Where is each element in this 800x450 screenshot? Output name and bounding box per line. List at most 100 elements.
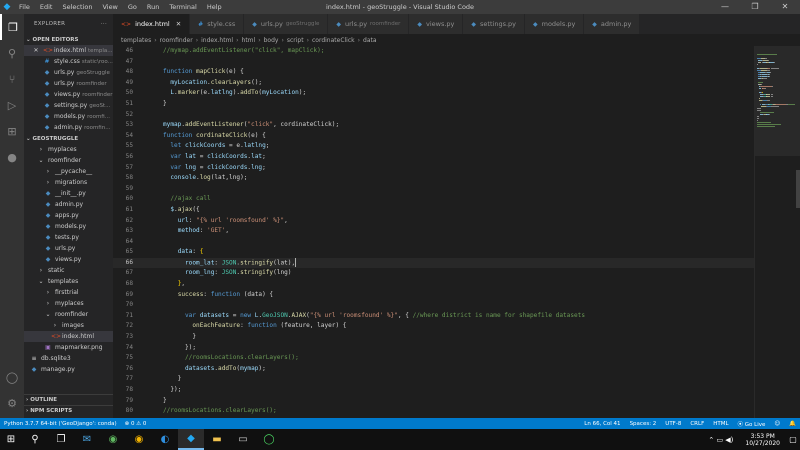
close-icon[interactable]: ✕ [176, 20, 181, 28]
settings-gear-icon[interactable]: ⚙ [0, 392, 24, 414]
maximize-icon[interactable]: ❐ [740, 0, 770, 14]
tab-admin-py[interactable]: ◆ admin.py [584, 14, 641, 34]
breadcrumb-item[interactable]: cordinateClick [312, 37, 355, 44]
tray-icons[interactable]: ⌃ ▭ ◀) [708, 436, 733, 444]
file-explorer-icon[interactable]: ▬ [204, 429, 230, 450]
folder-firsttrial[interactable]: › firsttrial [24, 287, 113, 298]
menu-item-edit[interactable]: Edit [35, 0, 58, 14]
status-item[interactable]: ☺ [774, 421, 780, 427]
folder-myplaces[interactable]: › myplaces [24, 144, 113, 155]
tab-views-py[interactable]: ◆ views.py [409, 14, 464, 34]
status-item[interactable]: ⦿ Go Live [738, 420, 766, 428]
remote-icon[interactable]: ● [0, 144, 24, 170]
tab-models-py[interactable]: ◆ models.py [525, 14, 585, 34]
tab-settings-py[interactable]: ◆ settings.py [463, 14, 525, 34]
file-views-py[interactable]: ◆ views.py [24, 254, 113, 265]
editor-scrollbar[interactable] [796, 170, 800, 208]
tab-style-css[interactable]: # style.css [190, 14, 245, 34]
file-apps-py[interactable]: ◆ apps.py [24, 210, 113, 221]
status-item[interactable]: UTF-8 [665, 421, 681, 427]
menu-item-selection[interactable]: Selection [57, 0, 97, 14]
menu-item-go[interactable]: Go [123, 0, 142, 14]
status-item[interactable]: CRLF [690, 421, 704, 427]
breadcrumb-item[interactable]: script [287, 37, 304, 44]
folder-migrations[interactable]: › migrations [24, 177, 113, 188]
open-editor-item[interactable]: ✕ <> index.html templa... [24, 45, 113, 56]
folder-static[interactable]: › static [24, 265, 113, 276]
terminal-icon[interactable]: ▭ [230, 429, 256, 450]
edge-icon[interactable]: ◐ [152, 429, 178, 450]
notification-icon[interactable]: ▢ [786, 435, 800, 444]
open-editor-item[interactable]: ◆ admin.py roomfin... [24, 122, 113, 133]
folder-pycache-[interactable]: › __pycache__ [24, 166, 113, 177]
workspace-section[interactable]: ⌄ GEOSTRUGGLE [24, 133, 113, 144]
menu-item-help[interactable]: Help [202, 0, 227, 14]
menu-item-view[interactable]: View [97, 0, 122, 14]
code-editor[interactable]: 46 //mymap.addEventListener("click", mapC… [113, 46, 754, 418]
open-editor-item[interactable]: ◆ settings.py geoSt... [24, 100, 113, 111]
breadcrumb-item[interactable]: html [242, 37, 256, 44]
chrome-icon[interactable]: ◉ [126, 429, 152, 450]
file-mapmarker-png[interactable]: ▣ mapmarker.png [24, 342, 113, 353]
open-editor-item[interactable]: ◆ urls.py roomfinder [24, 78, 113, 89]
account-icon[interactable]: ◯ [0, 366, 24, 388]
open-editor-item[interactable]: ◆ views.py roomfinder [24, 89, 113, 100]
more-actions-icon[interactable]: ··· [101, 21, 107, 27]
open-editor-item[interactable]: ◆ models.py roomfi... [24, 111, 113, 122]
outline-section[interactable]: › OUTLINE [24, 394, 113, 405]
close-icon[interactable]: ✕ [32, 47, 40, 54]
status-item[interactable]: Spaces: 2 [630, 421, 657, 427]
minimize-icon[interactable]: — [710, 0, 740, 14]
file-index-html[interactable]: <> index.html [24, 331, 113, 342]
tab-urls-py[interactable]: ◆ urls.py geoStruggle [244, 14, 329, 34]
clock[interactable]: 3:53 PM 10/27/2020 [745, 433, 780, 447]
open-editor-item[interactable]: # style.css static\roo... [24, 56, 113, 67]
file-tests-py[interactable]: ◆ tests.py [24, 232, 113, 243]
app-ring-icon[interactable]: ◯ [256, 429, 282, 450]
file-init-py[interactable]: ◆ __init__.py [24, 188, 113, 199]
minimap[interactable] [754, 46, 800, 418]
open-editor-item[interactable]: ◆ urls.py geoStruggle [24, 67, 113, 78]
code-token: mapClick [196, 68, 226, 76]
explorer-icon[interactable]: ❐ [0, 14, 24, 40]
file-urls-py[interactable]: ◆ urls.py [24, 243, 113, 254]
breadcrumb-item[interactable]: templates [121, 37, 151, 44]
search-icon[interactable]: ⚲ [22, 429, 48, 450]
close-icon[interactable]: ✕ [770, 0, 800, 14]
breadcrumb-item[interactable]: roomfinder [160, 37, 193, 44]
tab-index-html[interactable]: <> index.html ✕ [113, 14, 191, 34]
folder-roomfinder[interactable]: ⌄ roomfinder [24, 155, 113, 166]
source-control-icon[interactable]: ⑂ [0, 66, 24, 92]
search-icon[interactable]: ⚲ [0, 40, 24, 66]
file-db-sqlite3[interactable]: ≡ db.sqlite3 [24, 353, 113, 364]
breadcrumb-item[interactable]: data [363, 37, 377, 44]
breadcrumb-item[interactable]: body [264, 37, 279, 44]
task-view-icon[interactable]: ❐ [48, 429, 74, 450]
line-source: method: 'GET', [163, 226, 229, 237]
file-admin-py[interactable]: ◆ admin.py [24, 199, 113, 210]
status-item[interactable]: 🔔 [789, 421, 796, 427]
folder-templates[interactable]: ⌄ templates [24, 276, 113, 287]
folder-myplaces[interactable]: › myplaces [24, 298, 113, 309]
menu-item-terminal[interactable]: Terminal [164, 0, 201, 14]
windows-start-icon[interactable]: ⊞ [0, 429, 22, 450]
open-editors-section[interactable]: ⌄ OPEN EDITORS [24, 34, 113, 45]
npm-scripts-section[interactable]: › NPM SCRIPTS [24, 405, 113, 416]
vscode-icon[interactable]: ◆ [178, 429, 204, 450]
tab-urls-py[interactable]: ◆ urls.py roomfinder [328, 14, 410, 34]
folder-roomfinder[interactable]: ⌄ roomfinder [24, 309, 113, 320]
breadcrumb-item[interactable]: index.html [201, 37, 233, 44]
browser-icon[interactable]: ◉ [100, 429, 126, 450]
file-models-py[interactable]: ◆ models.py [24, 221, 113, 232]
file-manage-py[interactable]: ◆ manage.py [24, 364, 113, 375]
extensions-icon[interactable]: ⊞ [0, 118, 24, 144]
menu-item-run[interactable]: Run [142, 0, 164, 14]
status-item[interactable]: HTML [713, 421, 728, 427]
menu-item-file[interactable]: File [14, 0, 35, 14]
folder-images[interactable]: › images [24, 320, 113, 331]
problems-count[interactable]: ⊗ 0 ⚠ 0 [125, 421, 147, 427]
python-interpreter[interactable]: Python 3.7.7 64-bit ('GeoDjango': conda) [4, 421, 117, 427]
run-debug-icon[interactable]: ▷ [0, 92, 24, 118]
status-item[interactable]: Ln 66, Col 41 [584, 421, 620, 427]
mail-icon[interactable]: ✉ [74, 429, 100, 450]
